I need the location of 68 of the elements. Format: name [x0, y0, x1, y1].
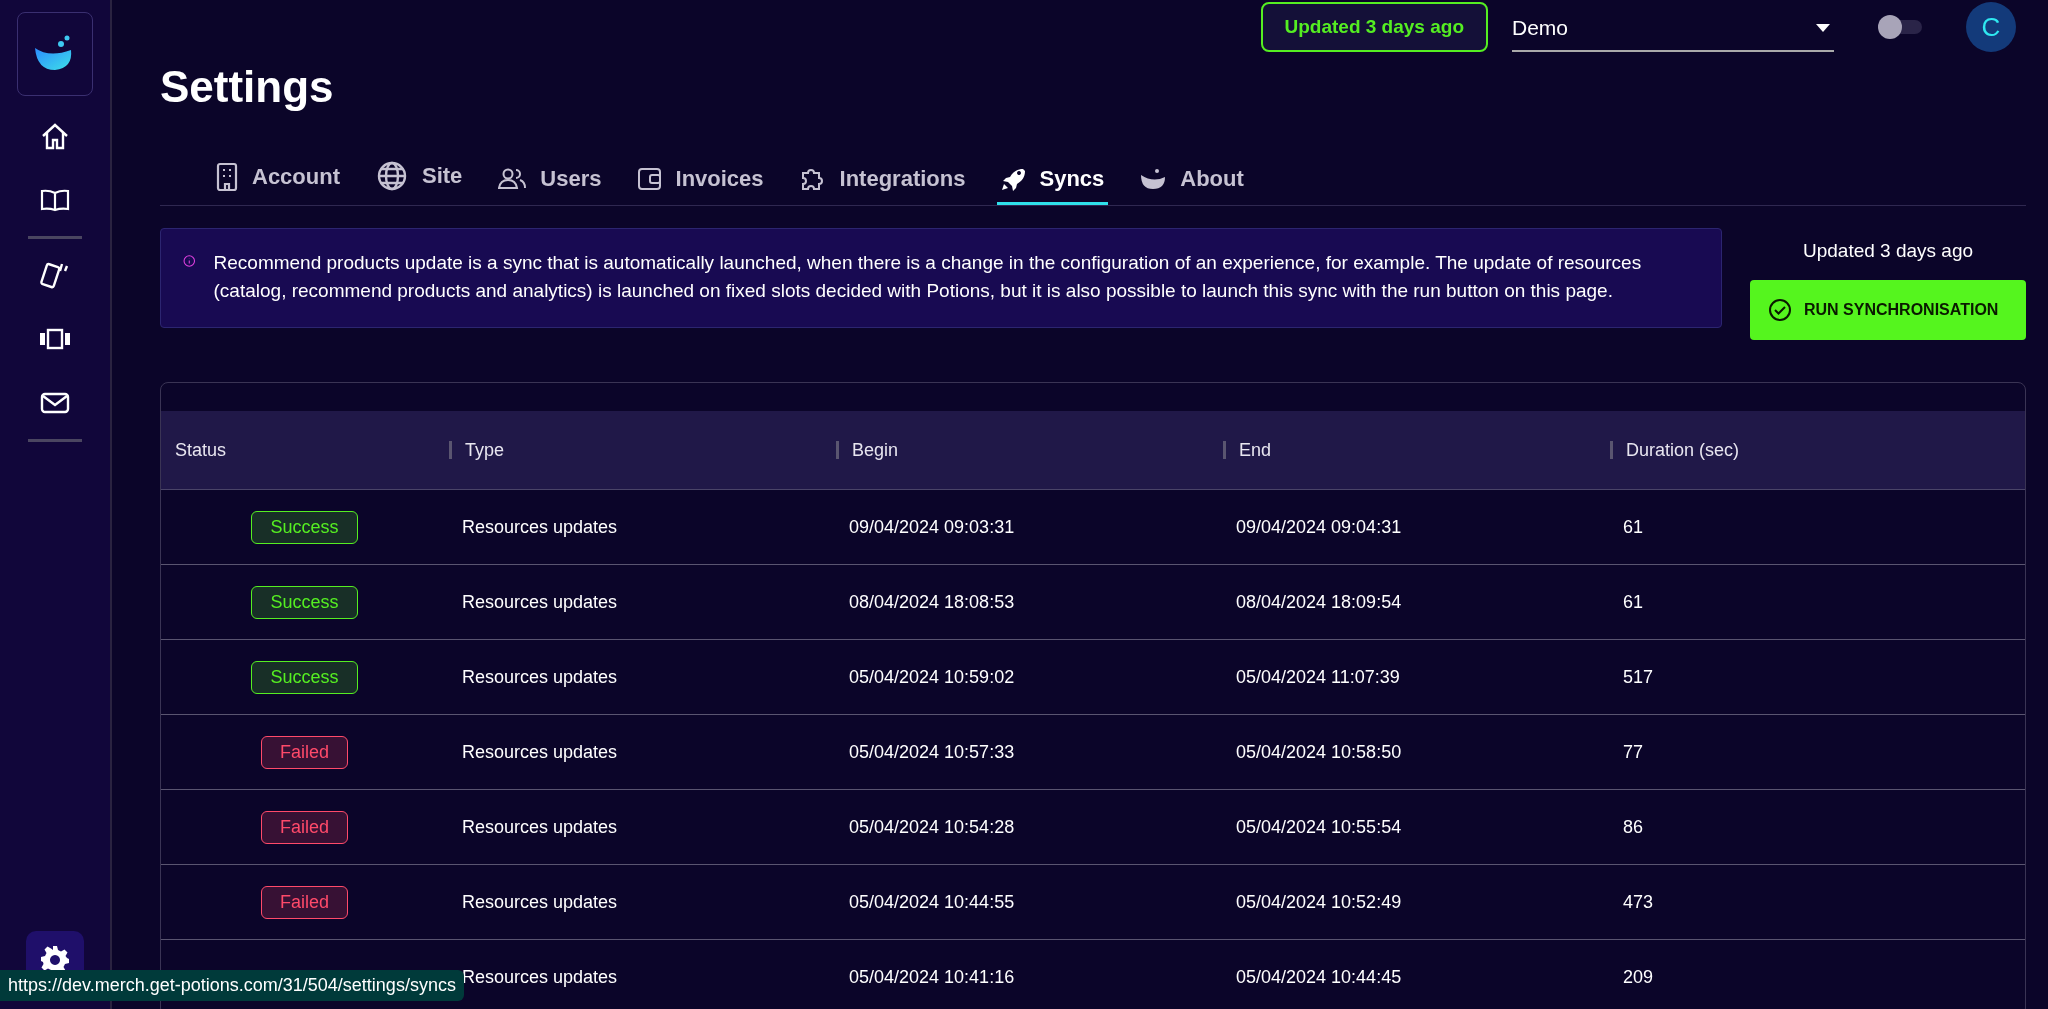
status-badge: Success — [251, 585, 358, 619]
mail-icon[interactable] — [40, 391, 70, 415]
table-cell: 05/04/2024 10:44:45 — [1236, 966, 1402, 988]
table-cell: 05/04/2024 11:07:39 — [1236, 666, 1400, 688]
table-cell: 05/04/2024 10:44:55 — [849, 891, 1015, 913]
check-circle-icon — [1768, 298, 1792, 322]
tab[interactable]: Invoices — [633, 160, 768, 205]
table-cell: 05/04/2024 10:52:49 — [1236, 891, 1402, 913]
table-cell: 517 — [1623, 666, 1654, 688]
updated-badge: Updated 3 days ago — [1260, 2, 1488, 52]
table-cell: 09/04/2024 09:03:31 — [849, 516, 1015, 538]
tab[interactable]: Site — [372, 154, 467, 205]
table-cell: Resources updates — [462, 891, 618, 913]
column-header[interactable]: Begin — [852, 439, 899, 461]
table-cell: 05/04/2024 10:59:02 — [849, 666, 1015, 688]
status-badge: Failed — [261, 885, 348, 919]
building-icon — [216, 162, 238, 192]
column-header[interactable]: Status — [175, 439, 227, 461]
tab[interactable]: About — [1136, 160, 1248, 205]
table-cell: 05/04/2024 10:55:54 — [1236, 816, 1402, 838]
info-text: Recommend products update is a sync that is automatically launched, when there is a change in the configuration of an experience, for example. The update of resources (catalog, recommend products and analytics) is launched on fixed slots decided with Potions, but it is also possible to launch this sync with the run button on this page. — [213, 251, 1643, 303]
puzzle-icon — [799, 166, 826, 192]
users-icon — [498, 168, 527, 190]
status-badge: Failed — [261, 810, 348, 844]
table-cell: 473 — [1623, 891, 1654, 913]
column-header[interactable]: Type — [465, 439, 505, 461]
rocket-icon — [1001, 167, 1026, 191]
wallet-icon — [637, 168, 662, 190]
table-cell: 05/04/2024 10:54:28 — [849, 816, 1015, 838]
status-badge: Failed — [261, 735, 348, 769]
link-url-tooltip: https://dev.merch.get-potions.com/31/504/settings/syncs — [0, 970, 464, 1001]
table-cell: 61 — [1623, 591, 1644, 613]
tab[interactable]: Syncs — [997, 160, 1109, 205]
status-badge: Success — [251, 510, 358, 544]
tab[interactable]: Users — [494, 160, 606, 205]
globe-icon — [376, 160, 408, 192]
table-cell: 77 — [1623, 741, 1644, 763]
table-cell: 05/04/2024 10:58:50 — [1236, 741, 1402, 763]
caret-icon — [1816, 24, 1830, 32]
avatar[interactable]: C — [1966, 2, 2016, 52]
book-icon[interactable] — [40, 188, 70, 212]
page-title: Settings — [160, 62, 335, 112]
table-cell: Resources updates — [462, 516, 618, 538]
table-cell: 08/04/2024 18:08:53 — [849, 591, 1015, 613]
status-badge: Success — [251, 660, 358, 694]
carousel-icon[interactable] — [39, 328, 71, 350]
table-cell: Resources updates — [462, 666, 618, 688]
column-header[interactable]: Duration (sec) — [1626, 439, 1740, 461]
tab[interactable]: Integrations — [795, 160, 970, 205]
tab[interactable]: Account — [212, 156, 344, 205]
project-select[interactable]: Demo — [1512, 10, 1834, 52]
table-cell: 09/04/2024 09:04:31 — [1236, 516, 1402, 538]
table-cell: Resources updates — [462, 741, 618, 763]
table-cell: 08/04/2024 18:09:54 — [1236, 591, 1402, 613]
theme-toggle[interactable] — [1878, 15, 1922, 39]
bowl-icon — [1140, 167, 1167, 191]
table-cell: Resources updates — [462, 591, 618, 613]
run-synchronisation-button[interactable]: RUN SYNCHRONISATION — [1750, 280, 2026, 340]
column-header[interactable]: End — [1239, 439, 1272, 461]
table-cell: 05/04/2024 10:41:16 — [849, 966, 1015, 988]
logo-icon[interactable] — [17, 12, 93, 96]
table-cell: Resources updates — [462, 816, 618, 838]
table-cell: 86 — [1623, 816, 1644, 838]
table-cell: 05/04/2024 10:57:33 — [849, 741, 1015, 763]
table-cell: 61 — [1623, 516, 1644, 538]
table-cell: Resources updates — [462, 966, 618, 988]
updated-text: Updated 3 days ago — [1802, 240, 1974, 262]
table-cell: 209 — [1623, 966, 1654, 988]
